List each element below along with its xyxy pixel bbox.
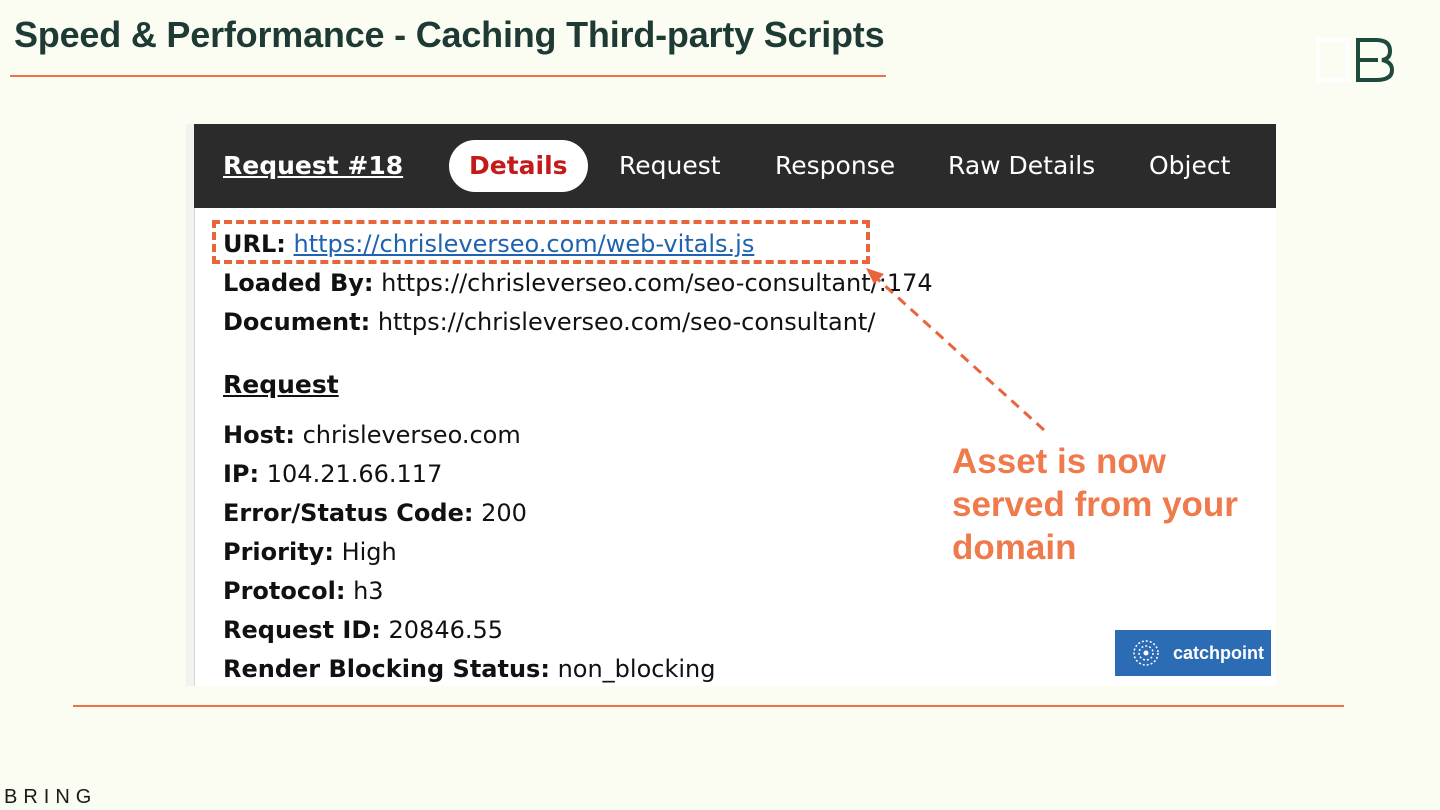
field-row: IP: 104.21.66.117 bbox=[223, 460, 442, 488]
field-value: High bbox=[341, 538, 397, 566]
loaded-by-value: https://chrisleverseo.com/seo-consultant… bbox=[381, 269, 933, 297]
brand-wordmark: BRING bbox=[4, 786, 98, 808]
url-highlight-box bbox=[212, 220, 870, 264]
field-row: Host: chrisleverseo.com bbox=[223, 421, 521, 449]
tab-details[interactable]: Details bbox=[449, 140, 588, 192]
field-value: chrisleverseo.com bbox=[302, 421, 521, 449]
catchpoint-globe-icon bbox=[1133, 640, 1159, 666]
field-value: non_blocking bbox=[557, 655, 716, 683]
field-value: 104.21.66.117 bbox=[266, 460, 443, 488]
slide-title: Speed & Performance - Caching Third-part… bbox=[14, 14, 885, 55]
field-label: Protocol: bbox=[223, 577, 346, 605]
request-number-link[interactable]: Request #18 bbox=[223, 140, 403, 192]
field-row: Render Blocking Status: non_blocking bbox=[223, 655, 715, 683]
field-row: Error/Status Code: 200 bbox=[223, 499, 527, 527]
field-value: h3 bbox=[353, 577, 384, 605]
logo-mark-icon bbox=[1316, 38, 1395, 82]
document-row: Document: https://chrisleverseo.com/seo-… bbox=[223, 308, 875, 336]
field-label: Render Blocking Status: bbox=[223, 655, 550, 683]
callout-line: Asset is now bbox=[952, 442, 1166, 481]
catchpoint-badge: catchpoint bbox=[1115, 630, 1271, 676]
field-label: Request ID: bbox=[223, 616, 381, 644]
catchpoint-label: catchpoint bbox=[1173, 642, 1265, 663]
title-divider bbox=[10, 75, 886, 77]
field-value: 20846.55 bbox=[388, 616, 504, 644]
field-row: Protocol: h3 bbox=[223, 577, 384, 605]
field-row: Request ID: 20846.55 bbox=[223, 616, 503, 644]
callout-line: domain bbox=[952, 528, 1077, 567]
tab-request[interactable]: Request bbox=[619, 140, 721, 192]
document-label: Document: bbox=[223, 308, 371, 336]
field-label: Error/Status Code: bbox=[223, 499, 474, 527]
callout-line: served from your bbox=[952, 485, 1238, 524]
document-value: https://chrisleverseo.com/seo-consultant… bbox=[377, 308, 876, 336]
brand-logo bbox=[1314, 34, 1396, 86]
field-row: Priority: High bbox=[223, 538, 397, 566]
field-label: Host: bbox=[223, 421, 295, 449]
loaded-by-row: Loaded By: https://chrisleverseo.com/seo… bbox=[223, 269, 933, 297]
tab-response[interactable]: Response bbox=[775, 140, 895, 192]
tab-raw-details[interactable]: Raw Details bbox=[948, 140, 1095, 192]
loaded-by-label: Loaded By: bbox=[223, 269, 374, 297]
request-tab-bar: Request #18 Details Request Response Raw… bbox=[194, 124, 1276, 208]
request-section-heading: Request bbox=[223, 370, 339, 399]
tab-object[interactable]: Object bbox=[1149, 140, 1230, 192]
request-details-screenshot: Request #18 Details Request Response Raw… bbox=[186, 124, 1276, 686]
field-label: Priority: bbox=[223, 538, 334, 566]
callout-text: Asset is now served from your domain bbox=[952, 440, 1262, 569]
screenshot-left-edge bbox=[186, 124, 195, 686]
field-label: IP: bbox=[223, 460, 260, 488]
field-value: 200 bbox=[481, 499, 527, 527]
bottom-divider bbox=[73, 705, 1344, 707]
